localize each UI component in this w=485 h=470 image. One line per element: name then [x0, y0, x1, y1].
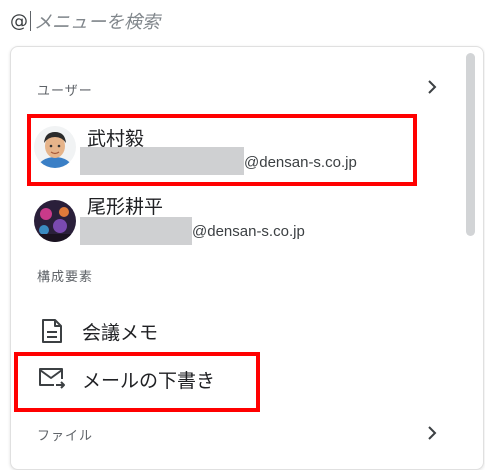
scrollbar[interactable] [466, 53, 475, 236]
component-item-meeting-notes[interactable]: 会議メモ [38, 316, 158, 346]
user-email-domain: @densan-s.co.jp [192, 223, 305, 240]
section-files-label: ファイル [37, 429, 94, 444]
text-caret [30, 11, 31, 31]
document-icon [38, 317, 66, 345]
redacted-email [80, 217, 192, 245]
section-components-label: 構成要素 [37, 270, 94, 285]
highlight-box-mail-draft [14, 352, 260, 412]
avatar [34, 200, 76, 242]
user-name: 尾形耕平 [87, 196, 164, 218]
section-users-label: ユーザー [37, 84, 93, 99]
search-prefix: @ [10, 10, 28, 32]
component-label: 会議メモ [82, 321, 159, 344]
highlight-box-user [27, 114, 417, 186]
chevron-right-icon[interactable] [424, 79, 440, 95]
search-placeholder: メニューを検索 [34, 12, 160, 33]
user-item-2[interactable]: 尾形耕平 @densan-s.co.jp [27, 188, 417, 260]
chevron-right-icon[interactable] [424, 425, 440, 441]
menu-search[interactable]: @ メニューを検索 [10, 8, 160, 34]
